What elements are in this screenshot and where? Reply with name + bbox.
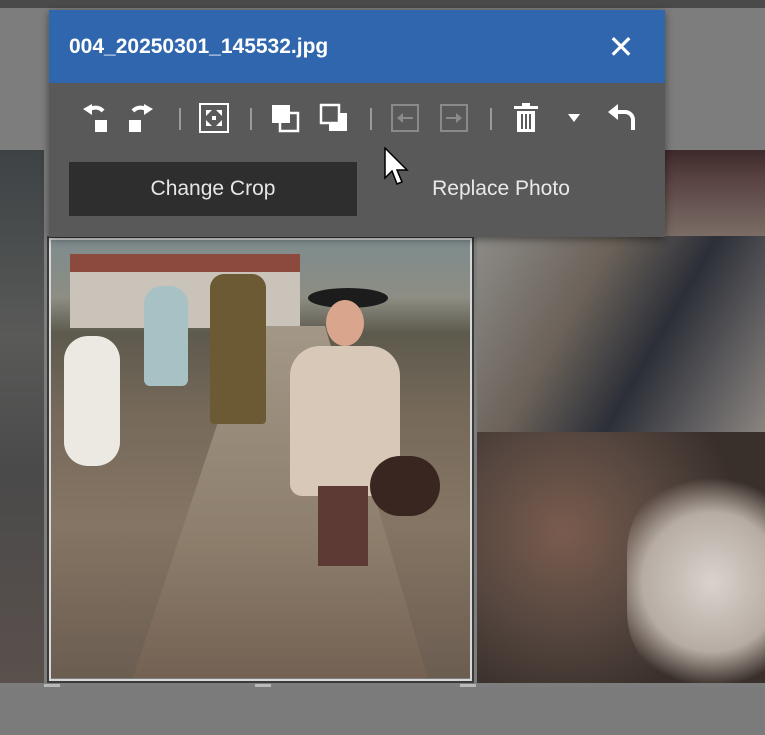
close-icon: ✕	[607, 28, 635, 66]
collage-photo-left[interactable]	[0, 150, 44, 683]
rotate-left-button[interactable]	[75, 96, 115, 140]
undo-icon	[606, 102, 638, 134]
change-crop-label: Change Crop	[150, 177, 276, 200]
rotate-right-button[interactable]	[121, 96, 161, 140]
move-right-icon	[438, 102, 470, 134]
more-options-button[interactable]	[554, 96, 594, 140]
rotate-left-icon	[78, 101, 112, 135]
toolbar-separator	[250, 108, 252, 130]
toolbar-separator	[490, 108, 492, 130]
undo-button[interactable]	[602, 96, 642, 140]
bottom-bar	[0, 687, 765, 735]
toolbar-separator	[179, 108, 181, 130]
toolbar-separator	[370, 108, 372, 130]
selection-frame[interactable]	[47, 236, 474, 683]
move-left-button[interactable]	[385, 96, 425, 140]
toolbar	[69, 96, 649, 140]
fit-frame-icon	[198, 102, 230, 134]
rotate-right-icon	[124, 101, 158, 135]
dropdown-arrow-icon	[567, 113, 581, 123]
collage-photo-top-right[interactable]	[665, 150, 765, 236]
close-button[interactable]: ✕	[601, 29, 641, 65]
send-backward-icon	[317, 102, 351, 134]
top-strip	[0, 0, 765, 8]
delete-icon	[512, 102, 540, 134]
collage-photo-violinist[interactable]	[477, 236, 765, 432]
photo-edit-dialog: 004_20250301_145532.jpg ✕ Change Crop Re…	[49, 10, 665, 237]
dialog-titlebar: 004_20250301_145532.jpg ✕	[49, 10, 665, 83]
delete-button[interactable]	[506, 96, 546, 140]
fit-frame-button[interactable]	[194, 96, 234, 140]
send-backward-button[interactable]	[314, 96, 354, 140]
bring-forward-button[interactable]	[265, 96, 305, 140]
change-crop-button[interactable]: Change Crop	[69, 162, 357, 216]
mouse-cursor-icon	[384, 146, 410, 191]
fur-detail	[627, 472, 765, 683]
bring-forward-icon	[268, 102, 302, 134]
move-left-icon	[389, 102, 421, 134]
move-right-button[interactable]	[434, 96, 474, 140]
collage-photo-bottom-right[interactable]	[477, 432, 765, 683]
dialog-title: 004_20250301_145532.jpg	[69, 35, 329, 58]
replace-photo-label: Replace Photo	[432, 177, 570, 200]
